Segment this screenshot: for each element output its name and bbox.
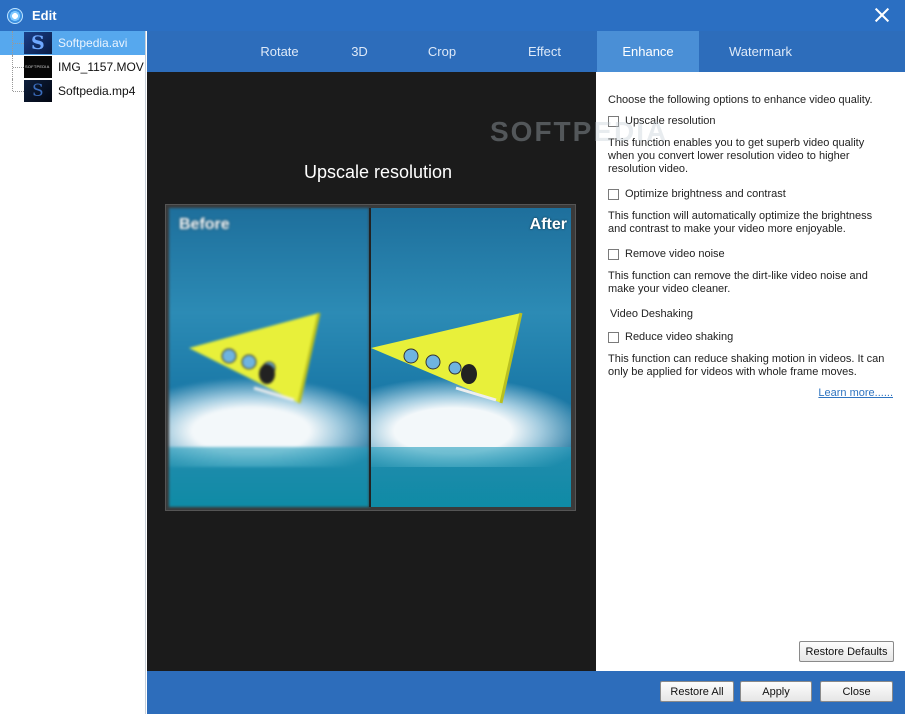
shaking-description: This function can reduce shaking motion … [608, 353, 885, 378]
restore-defaults-button[interactable]: Restore Defaults [799, 641, 894, 662]
tab-crop[interactable]: Crop [402, 31, 482, 72]
upscale-label[interactable]: Upscale resolution [625, 115, 716, 127]
restore-all-button[interactable]: Restore All [660, 681, 734, 702]
file-item-softpedia-avi[interactable]: Softpedia.avi [0, 31, 145, 55]
comparison-frame: Before After [165, 204, 576, 511]
upscale-checkbox[interactable] [608, 115, 619, 127]
tab-effect[interactable]: Effect [502, 31, 587, 72]
tab-3d[interactable]: 3D [327, 31, 392, 72]
enhance-options-panel: Choose the following options to enhance … [596, 72, 905, 671]
apply-button[interactable]: Apply [740, 681, 812, 702]
learn-more-link[interactable]: Learn more...... [608, 387, 893, 399]
title-bar: Edit [0, 0, 905, 31]
file-thumbnail [24, 56, 52, 78]
tab-enhance[interactable]: Enhance [597, 31, 699, 72]
brightness-checkbox[interactable] [608, 188, 619, 200]
tab-rotate[interactable]: Rotate [242, 31, 317, 72]
preview-panel: Upscale resolution Before After [147, 72, 596, 671]
brightness-option[interactable]: Optimize brightness and contrast [608, 188, 893, 200]
preview-title: Upscale resolution [303, 162, 453, 182]
upscale-option[interactable]: Upscale resolution [608, 115, 893, 127]
tab-watermark[interactable]: Watermark [713, 31, 808, 72]
upscale-description: This function enables you to get superb … [608, 137, 865, 175]
noise-option[interactable]: Remove video noise [608, 248, 893, 260]
file-thumbnail [24, 80, 52, 102]
close-icon[interactable] [873, 6, 891, 24]
tab-bar: Rotate 3D Crop Effect Enhance Watermark [147, 31, 905, 72]
file-thumbnail [24, 32, 52, 54]
app-icon [7, 7, 23, 24]
file-item-softpedia-mp4[interactable]: Softpedia.mp4 [0, 79, 145, 103]
after-image: After [371, 208, 571, 507]
footer-bar: Restore All Apply Close [147, 671, 905, 714]
file-item-img-1157-mov[interactable]: IMG_1157.MOV [0, 55, 145, 79]
deshaking-section-title: Video Deshaking [610, 308, 693, 320]
noise-label[interactable]: Remove video noise [625, 248, 725, 260]
file-list: Softpedia.avi IMG_1157.MOV Softpedia.mp4 [0, 31, 146, 714]
before-label: Before [179, 216, 230, 233]
file-name: IMG_1157.MOV [58, 60, 144, 74]
before-image: Before [169, 208, 369, 507]
tree-connector [12, 55, 24, 79]
shaking-option[interactable]: Reduce video shaking [608, 331, 893, 343]
shaking-label[interactable]: Reduce video shaking [625, 331, 733, 343]
close-button[interactable]: Close [820, 681, 893, 702]
file-name: Softpedia.avi [58, 36, 128, 50]
tree-connector [12, 79, 24, 92]
tree-connector [12, 31, 24, 55]
window-title: Edit [32, 8, 57, 23]
brightness-description: This function will automatically optimiz… [608, 210, 873, 235]
noise-checkbox[interactable] [608, 248, 619, 260]
brightness-label[interactable]: Optimize brightness and contrast [625, 188, 786, 200]
noise-description: This function can remove the dirt-like v… [608, 270, 868, 295]
after-label: After [529, 216, 567, 233]
file-name: Softpedia.mp4 [58, 84, 136, 98]
shaking-checkbox[interactable] [608, 331, 619, 343]
enhance-intro: Choose the following options to enhance … [608, 94, 873, 106]
